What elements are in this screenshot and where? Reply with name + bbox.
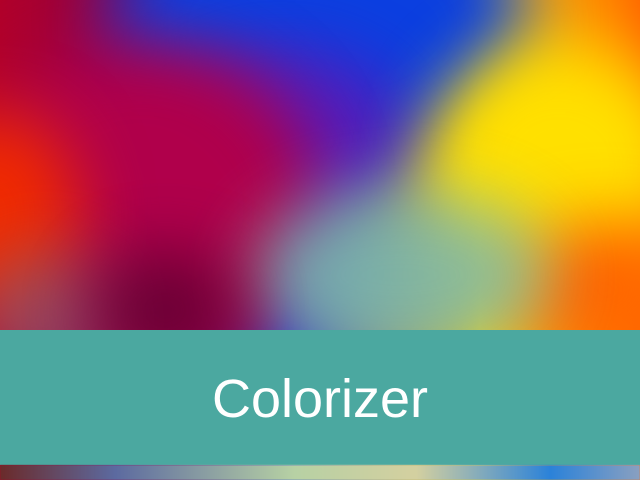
app-title: Colorizer bbox=[211, 368, 429, 429]
bottom-color-strip bbox=[0, 465, 640, 480]
title-banner: Colorizer bbox=[0, 330, 640, 465]
splash-screen: Colorizer bbox=[0, 0, 640, 480]
